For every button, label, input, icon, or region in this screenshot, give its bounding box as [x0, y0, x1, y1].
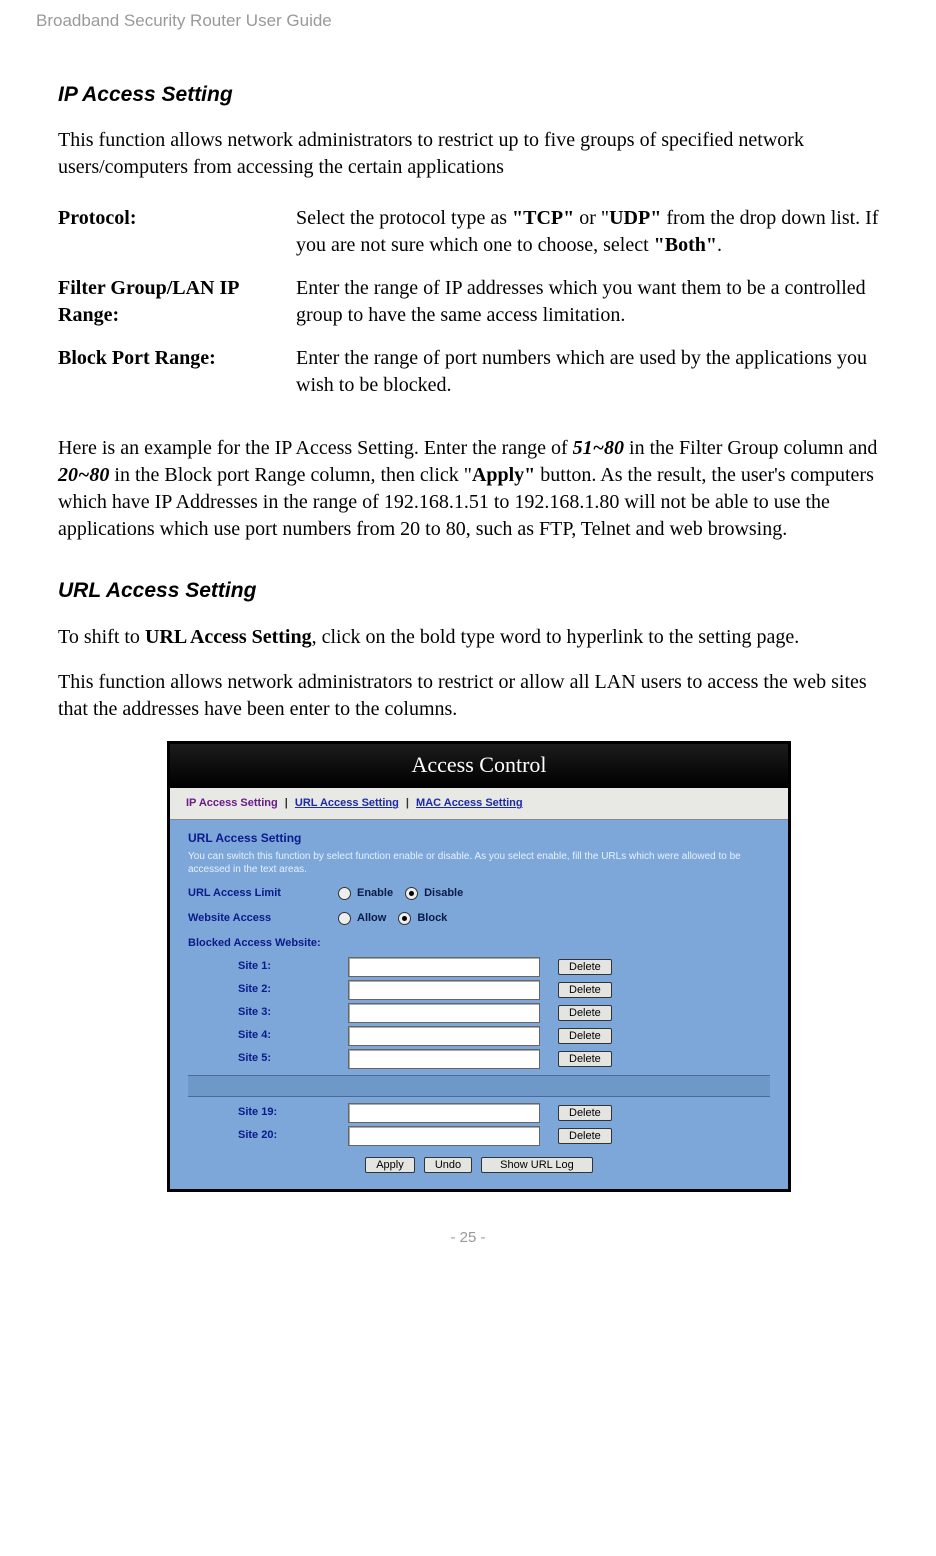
url-p2: This function allows network administrat… — [58, 669, 900, 723]
block-label: Block — [417, 911, 447, 926]
delete-button[interactable]: Delete — [558, 982, 612, 998]
ip-intro: This function allows network administrat… — [58, 127, 900, 181]
site-4-label: Site 4: — [188, 1028, 348, 1043]
site-row: Site 3: Delete — [188, 1003, 770, 1023]
site-1-label: Site 1: — [188, 959, 348, 974]
table-row: Filter Group/LAN IP Range: Enter the ran… — [58, 269, 900, 339]
panel-section-desc: You can switch this function by select f… — [188, 850, 770, 876]
enable-label: Enable — [357, 886, 393, 901]
site-row: Site 1: Delete — [188, 957, 770, 977]
site-19-label: Site 19: — [188, 1105, 348, 1120]
page-number: - 25 - — [36, 1228, 900, 1248]
site-2-input[interactable] — [348, 980, 540, 1000]
apply-button[interactable]: Apply — [365, 1157, 415, 1173]
site-4-input[interactable] — [348, 1026, 540, 1046]
example-paragraph: Here is an example for the IP Access Set… — [58, 435, 900, 543]
site-2-label: Site 2: — [188, 982, 348, 997]
delete-button[interactable]: Delete — [558, 959, 612, 975]
nav-ip-access[interactable]: IP Access Setting — [186, 797, 278, 809]
block-port-label: Block Port Range: — [58, 339, 296, 409]
footer-buttons: Apply Undo Show URL Log — [188, 1149, 770, 1183]
site-row: Site 2: Delete — [188, 980, 770, 1000]
allow-label: Allow — [357, 911, 386, 926]
site-5-input[interactable] — [348, 1049, 540, 1069]
delete-button[interactable]: Delete — [558, 1105, 612, 1121]
enable-radio[interactable] — [338, 887, 351, 900]
show-url-log-button[interactable]: Show URL Log — [481, 1157, 593, 1173]
site-19-input[interactable] — [348, 1103, 540, 1123]
disable-label: Disable — [424, 886, 463, 901]
definition-table: Protocol: Select the protocol type as "T… — [58, 199, 900, 409]
subnav: IP Access Setting | URL Access Setting |… — [170, 788, 788, 820]
site-1-input[interactable] — [348, 957, 540, 977]
undo-button[interactable]: Undo — [424, 1157, 472, 1173]
allow-radio[interactable] — [338, 912, 351, 925]
delete-button[interactable]: Delete — [558, 1005, 612, 1021]
site-20-label: Site 20: — [188, 1128, 348, 1143]
site-row: Site 4: Delete — [188, 1026, 770, 1046]
site-list-gap — [188, 1075, 770, 1097]
blocked-sites-heading: Blocked Access Website: — [188, 936, 770, 951]
doc-header: Broadband Security Router User Guide — [36, 10, 900, 33]
site-row: Site 5: Delete — [188, 1049, 770, 1069]
site-3-input[interactable] — [348, 1003, 540, 1023]
panel-section-title: URL Access Setting — [188, 830, 770, 846]
site-20-input[interactable] — [348, 1126, 540, 1146]
ip-access-heading: IP Access Setting — [58, 81, 900, 109]
nav-mac-access[interactable]: MAC Access Setting — [416, 797, 523, 809]
url-access-heading: URL Access Setting — [58, 577, 900, 605]
access-control-panel: Access Control IP Access Setting | URL A… — [167, 741, 791, 1192]
filter-group-desc: Enter the range of IP addresses which yo… — [296, 269, 900, 339]
delete-button[interactable]: Delete — [558, 1128, 612, 1144]
filter-group-label: Filter Group/LAN IP Range: — [58, 269, 296, 339]
site-row: Site 20: Delete — [188, 1126, 770, 1146]
panel-titlebar: Access Control — [170, 744, 788, 789]
nav-url-access[interactable]: URL Access Setting — [295, 797, 399, 809]
protocol-label: Protocol: — [58, 199, 296, 269]
protocol-desc: Select the protocol type as "TCP" or "UD… — [296, 199, 900, 269]
url-p1: To shift to URL Access Setting, click on… — [58, 624, 900, 651]
disable-radio[interactable] — [405, 887, 418, 900]
block-radio[interactable] — [398, 912, 411, 925]
block-port-desc: Enter the range of port numbers which ar… — [296, 339, 900, 409]
website-access-label: Website Access — [188, 911, 338, 926]
table-row: Protocol: Select the protocol type as "T… — [58, 199, 900, 269]
delete-button[interactable]: Delete — [558, 1051, 612, 1067]
site-5-label: Site 5: — [188, 1051, 348, 1066]
delete-button[interactable]: Delete — [558, 1028, 612, 1044]
site-row: Site 19: Delete — [188, 1103, 770, 1123]
site-3-label: Site 3: — [188, 1005, 348, 1020]
table-row: Block Port Range: Enter the range of por… — [58, 339, 900, 409]
url-limit-label: URL Access Limit — [188, 886, 338, 901]
